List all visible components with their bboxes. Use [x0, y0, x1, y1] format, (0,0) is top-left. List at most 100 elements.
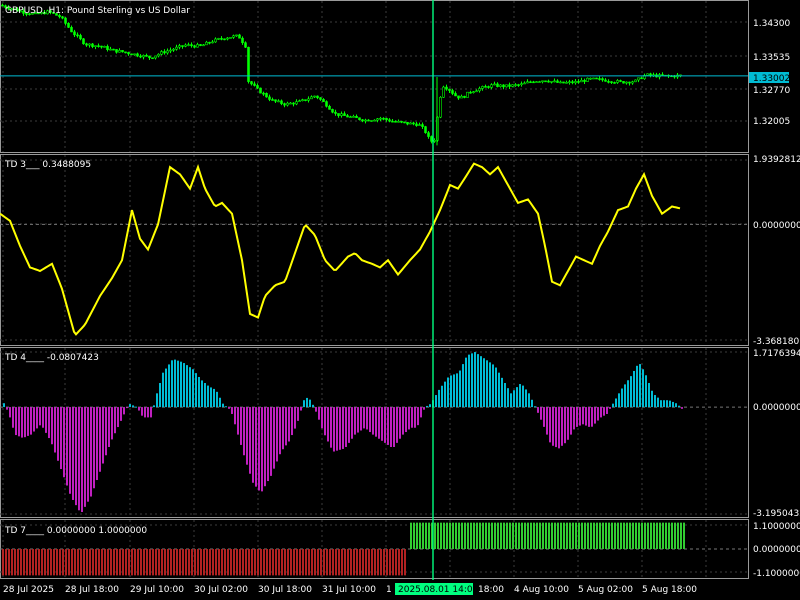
td4-bar: [378, 407, 380, 439]
td4-bar: [480, 356, 482, 408]
td4-bar: [240, 407, 242, 445]
td4-bar: [186, 365, 188, 408]
candle-body: [343, 113, 346, 116]
td7-bar: [638, 522, 640, 549]
td7-bar: [617, 522, 619, 549]
candle-body: [586, 77, 589, 82]
td7-bar: [599, 522, 601, 549]
td4-bar: [279, 407, 281, 455]
td4-bar: [162, 372, 164, 408]
td4-bar: [561, 407, 563, 446]
cursor-time-label: 2025.08.01 14:00: [398, 585, 479, 595]
chart-canvas[interactable]: GBPUSD, H1: Pound Sterling vs US Dollar …: [0, 0, 800, 600]
candle-body: [211, 41, 214, 44]
td7-bar: [53, 549, 55, 576]
td3-tick: 1.9392812: [753, 155, 800, 165]
td7-bar: [317, 549, 319, 576]
td7-bar: [125, 549, 127, 576]
td7-bar: [662, 522, 664, 549]
td7-bar: [377, 549, 379, 576]
td4-bar: [588, 407, 590, 427]
td7-bar: [347, 549, 349, 576]
td7-pane-title: TD 7____ 0.0000000 1.0000000: [4, 526, 147, 536]
candle-body: [301, 99, 304, 102]
td4-bar: [45, 407, 47, 433]
td7-bar: [176, 549, 178, 576]
candle-body: [64, 17, 67, 24]
td7-bar: [659, 522, 661, 549]
td4-bar: [123, 407, 125, 415]
td4-bar: [621, 388, 623, 408]
td7-bar: [131, 549, 133, 576]
td4-bar: [465, 357, 467, 408]
candle-body: [511, 84, 514, 87]
td7-bar: [308, 549, 310, 576]
td7-bar: [626, 522, 628, 549]
td7-bar: [590, 522, 592, 549]
zero-lines: [0, 223, 748, 550]
candle-body: [538, 81, 541, 83]
candle-body: [574, 81, 577, 84]
candle-body: [163, 51, 166, 54]
td7-bar: [374, 549, 376, 576]
td7-bar: [338, 549, 340, 576]
td4-bar: [426, 405, 428, 408]
candle-body: [391, 120, 394, 123]
td4-bar: [198, 376, 200, 408]
candle-body: [280, 100, 283, 104]
td7-bar: [563, 522, 565, 549]
td7-bar: [278, 549, 280, 576]
candle-body: [106, 46, 109, 50]
td7-bar: [494, 522, 496, 549]
td4-bar: [591, 407, 593, 427]
td7-bar: [437, 522, 439, 549]
td4-bar: [357, 407, 359, 433]
td7-bar: [80, 549, 82, 576]
td4-bar: [306, 397, 308, 408]
td4-bar: [462, 364, 464, 408]
candle-body: [556, 80, 559, 83]
td4-bar: [48, 407, 50, 439]
td7-bar: [128, 549, 130, 576]
td7-bar: [503, 522, 505, 549]
td4-bar: [507, 388, 509, 408]
candle-body: [532, 81, 535, 84]
td4-bar: [87, 407, 89, 502]
td7-bar: [518, 522, 520, 549]
candle-body: [142, 55, 145, 58]
td4-bar: [231, 407, 233, 414]
td4-bar: [579, 407, 581, 426]
candle-body: [610, 81, 613, 83]
td4-bar: [153, 405, 155, 408]
td4-bar: [648, 383, 650, 408]
td7-bar: [677, 522, 679, 549]
td7-bar: [452, 522, 454, 549]
td7-bar: [326, 549, 328, 576]
td4-bar: [174, 359, 176, 408]
td7-bar: [578, 522, 580, 549]
candle-body: [310, 96, 313, 100]
price-pane-frame: [0, 0, 749, 153]
td4-bar: [609, 407, 611, 409]
candle-body: [625, 81, 628, 84]
td4-bar: [663, 400, 665, 408]
td7-bar: [275, 549, 277, 576]
td4-bar: [168, 364, 170, 408]
candle-body: [214, 38, 217, 43]
td7-bar: [200, 549, 202, 576]
td4-bar: [321, 407, 323, 429]
td7-bar: [233, 549, 235, 576]
candle-body: [337, 113, 340, 116]
td7-bar: [653, 522, 655, 549]
td7-bar: [455, 522, 457, 549]
candle-body: [139, 55, 142, 58]
candle-body: [355, 116, 358, 119]
td7-bar: [242, 549, 244, 576]
td4-bar: [42, 407, 44, 428]
td4-bar: [546, 407, 548, 435]
td3-pane-frame: [0, 154, 749, 346]
td7-bar: [29, 549, 31, 576]
td7-bar: [137, 549, 139, 576]
td7-bar: [473, 522, 475, 549]
candle-body: [544, 80, 547, 83]
